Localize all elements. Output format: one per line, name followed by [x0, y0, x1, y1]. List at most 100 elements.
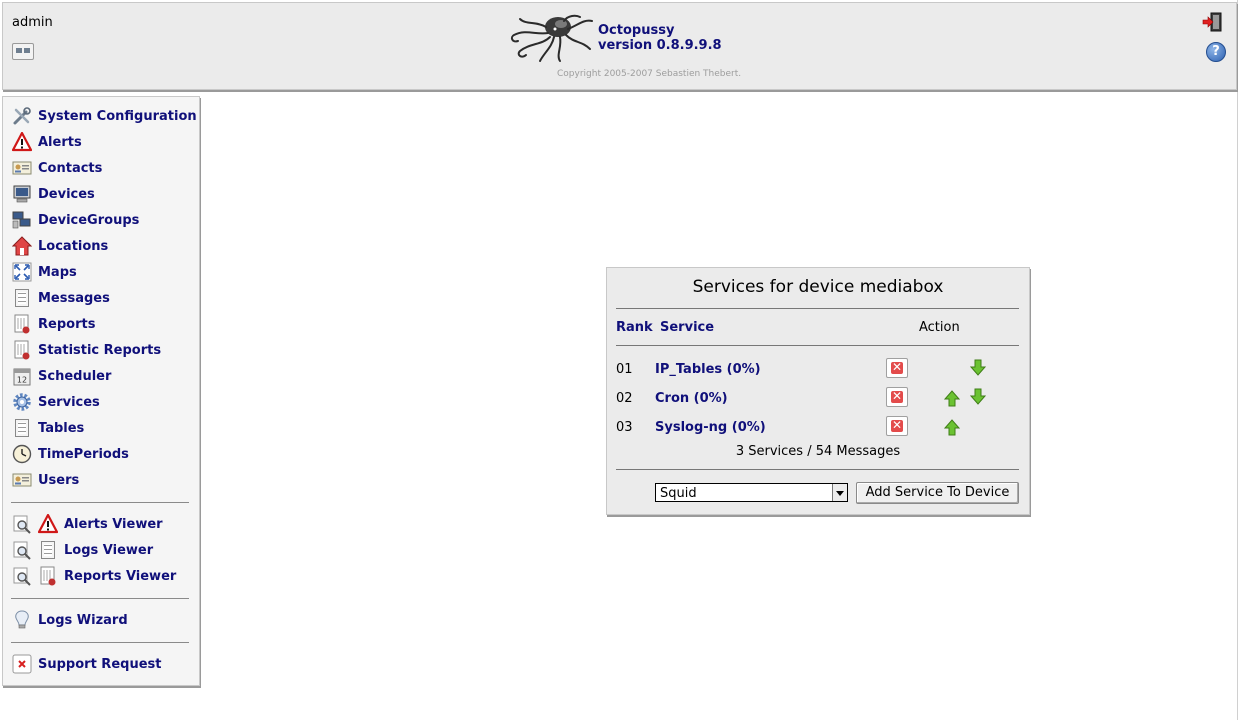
action-column-header: Action	[919, 320, 960, 335]
sidebar-item-reports-viewer[interactable]: Reports Viewer	[12, 565, 176, 587]
sidebar-item-label: Reports Viewer	[64, 568, 177, 584]
report-icon	[40, 566, 56, 586]
sidebar-item-label: Logs Wizard	[38, 612, 128, 628]
logout-icon[interactable]	[1202, 12, 1222, 32]
sidebar-item-contacts[interactable]: Contacts	[12, 157, 102, 179]
header-bar: admin Octopussy version 0.8.9.9.8 Copyri…	[2, 2, 1237, 90]
app-title: Octopussy version 0.8.9.9.8	[598, 23, 722, 53]
service-rank: 01	[616, 362, 633, 377]
services-panel: Services for device mediabox Rank Servic…	[606, 267, 1030, 515]
computer-icon	[13, 185, 31, 203]
sidebar-item-messages[interactable]: Messages	[12, 287, 110, 309]
service-column-header[interactable]: Service	[660, 320, 714, 335]
sidebar-item-devices[interactable]: Devices	[12, 183, 95, 205]
sidebar-item-label: System Configuration	[38, 108, 197, 124]
sidebar-item-label: Reports	[38, 316, 96, 332]
sidebar-item-system-configuration[interactable]: System Configuration	[12, 105, 197, 127]
sidebar-item-statistic-reports[interactable]: Statistic Reports	[12, 339, 161, 361]
service-select[interactable]: Squid	[655, 483, 848, 502]
sidebar-menu: System Configuration Alerts Contacts Dev…	[2, 96, 200, 686]
sidebar-item-label: Maps	[38, 264, 77, 280]
contact-card-icon	[12, 161, 32, 175]
device-group-icon	[12, 211, 31, 229]
sidebar-item-label: Support Request	[38, 656, 162, 672]
chevron-down-icon[interactable]	[832, 484, 847, 501]
sidebar-item-logs-wizard[interactable]: Logs Wizard	[12, 609, 128, 631]
sidebar-item-devicegroups[interactable]: DeviceGroups	[12, 209, 139, 231]
lightbulb-icon	[15, 610, 29, 629]
sidebar-divider	[11, 642, 189, 643]
sidebar-item-timeperiods[interactable]: TimePeriods	[12, 443, 129, 465]
delete-service-button[interactable]: ✕	[886, 358, 908, 378]
service-link[interactable]: Cron (0%)	[655, 391, 728, 406]
statistic-report-icon	[14, 340, 30, 360]
sidebar-item-label: Logs Viewer	[64, 542, 154, 558]
sidebar-item-label: DeviceGroups	[38, 212, 140, 228]
panel-divider	[616, 469, 1019, 470]
delete-service-button[interactable]: ✕	[886, 387, 908, 407]
sidebar-item-label: Users	[38, 472, 80, 488]
panel-title: Services for device mediabox	[692, 277, 944, 297]
help-icon[interactable]: ?	[1206, 42, 1226, 62]
magnifier-icon	[13, 567, 31, 586]
sidebar-item-label: Scheduler	[38, 368, 112, 384]
service-rank: 02	[616, 391, 633, 406]
octopus-logo	[510, 14, 593, 62]
service-rank: 03	[616, 420, 633, 435]
add-service-button[interactable]: Add Service To Device	[856, 482, 1019, 504]
move-up-icon[interactable]	[943, 418, 961, 436]
clock-icon	[12, 444, 32, 464]
table-icon	[15, 419, 29, 437]
sidebar-item-scheduler[interactable]: 12 Scheduler	[12, 365, 111, 387]
service-link[interactable]: IP_Tables (0%)	[655, 362, 761, 377]
app-version: version 0.8.9.9.8	[598, 38, 722, 53]
move-down-icon[interactable]	[969, 388, 987, 406]
alert-icon	[12, 132, 32, 152]
map-icon	[12, 262, 32, 282]
sidebar-divider	[11, 598, 189, 599]
copyright-text: Copyright 2005-2007 Sebastien Thebert.	[557, 69, 742, 79]
sidebar-item-reports[interactable]: Reports	[12, 313, 95, 335]
sidebar-item-alerts[interactable]: Alerts	[12, 131, 82, 153]
report-icon	[14, 314, 30, 334]
sidebar-item-alerts-viewer[interactable]: Alerts Viewer	[12, 513, 163, 535]
switch-view-icon[interactable]	[12, 43, 34, 60]
panel-divider	[616, 308, 1019, 309]
sidebar-item-label: Messages	[38, 290, 110, 306]
current-user: admin	[12, 15, 53, 30]
sidebar-item-logs-viewer[interactable]: Logs Viewer	[12, 539, 153, 561]
sidebar-item-label: Alerts Viewer	[64, 516, 163, 532]
user-card-icon	[12, 473, 32, 487]
alert-icon	[38, 514, 58, 534]
panel-divider	[616, 345, 1019, 346]
sidebar-item-label: Tables	[38, 420, 85, 436]
svg-text:12: 12	[17, 376, 27, 385]
sidebar-item-label: Contacts	[38, 160, 103, 176]
sidebar-item-locations[interactable]: Locations	[12, 235, 108, 257]
app-name: Octopussy	[598, 23, 675, 38]
sidebar-item-services[interactable]: Services	[12, 391, 100, 413]
move-down-icon[interactable]	[969, 359, 987, 377]
home-icon	[12, 236, 32, 256]
sidebar-item-label: Statistic Reports	[38, 342, 162, 358]
page-edge-divider	[1237, 0, 1238, 720]
document-icon	[15, 289, 29, 307]
sidebar-item-maps[interactable]: Maps	[12, 261, 77, 283]
rank-column-header[interactable]: Rank	[616, 320, 653, 335]
sidebar-item-label: TimePeriods	[38, 446, 129, 462]
sidebar-item-label: Services	[38, 394, 100, 410]
sidebar-item-tables[interactable]: Tables	[12, 417, 84, 439]
service-select-value: Squid	[660, 486, 697, 501]
move-up-icon[interactable]	[943, 389, 961, 407]
document-icon	[41, 541, 55, 559]
gear-icon	[13, 393, 31, 411]
delete-service-button[interactable]: ✕	[886, 416, 908, 436]
sidebar-item-support-request[interactable]: Support Request	[12, 653, 161, 675]
sidebar-divider	[11, 502, 189, 503]
tools-icon	[13, 107, 31, 125]
sidebar-item-users[interactable]: Users	[12, 469, 79, 491]
service-link[interactable]: Syslog-ng (0%)	[655, 420, 766, 435]
magnifier-icon	[13, 515, 31, 534]
services-summary: 3 Services / 54 Messages	[735, 444, 901, 459]
sidebar-item-label: Locations	[38, 238, 109, 254]
